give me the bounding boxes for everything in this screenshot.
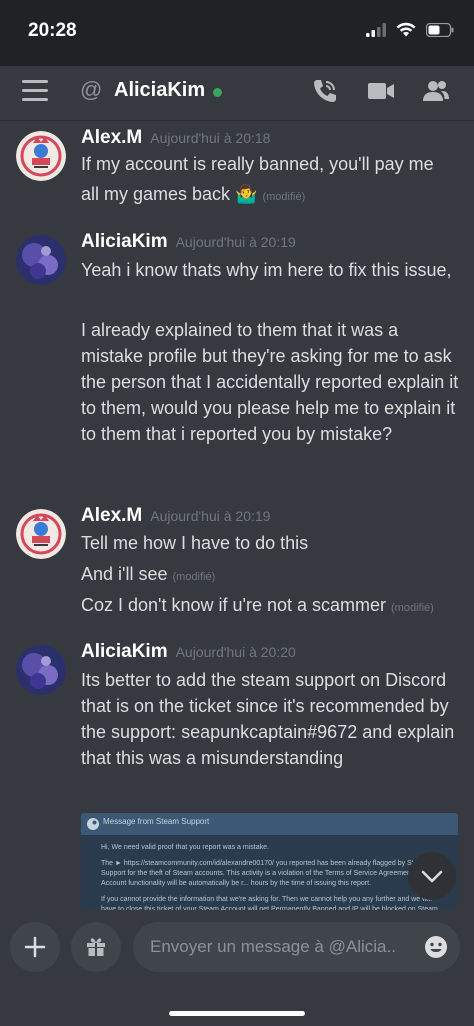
- edited-label: (modifié): [391, 602, 434, 614]
- message-timestamp: Aujourd'hui à 20:19: [175, 234, 296, 250]
- gift-button[interactable]: [71, 922, 121, 972]
- avatar-alicia[interactable]: [16, 235, 66, 285]
- attachment-title: Message from Steam Support: [103, 817, 210, 826]
- message-list[interactable]: Alex.M Aujourd'hui à 20:18 If my account …: [0, 121, 474, 911]
- plus-icon: [24, 936, 46, 958]
- message-timestamp: Aujourd'hui à 20:20: [175, 644, 296, 660]
- attachment-header: Message from Steam Support: [81, 813, 458, 835]
- message-author[interactable]: Alex.M Aujourd'hui à 20:19: [81, 505, 270, 527]
- message-author[interactable]: Alex.M Aujourd'hui à 20:18: [81, 127, 270, 149]
- video-call-icon[interactable]: [366, 76, 396, 106]
- online-status-icon: [213, 88, 222, 97]
- avatar-alex[interactable]: [16, 509, 66, 559]
- message-text: Coz I don't know if u're not a scammer (…: [81, 595, 434, 615]
- scroll-to-bottom-button[interactable]: [408, 852, 456, 900]
- home-indicator: [169, 1011, 305, 1016]
- composer-bar: Envoyer un message à @Alicia..: [0, 910, 474, 1026]
- status-icons: [366, 22, 454, 37]
- voice-call-icon[interactable]: [310, 76, 340, 106]
- attachment-body: Hi, We need valid proof that you report …: [101, 844, 438, 911]
- avatar-alex[interactable]: [16, 131, 66, 181]
- edited-label: (modifié): [262, 191, 306, 203]
- message-input-placeholder: Envoyer un message à @Alicia..: [150, 937, 396, 956]
- edited-label: (modifié): [172, 571, 216, 583]
- members-icon[interactable]: [421, 76, 451, 106]
- dm-username[interactable]: AliciaKim: [114, 79, 205, 102]
- add-attachment-button[interactable]: [10, 922, 60, 972]
- battery-icon: [426, 22, 454, 37]
- gift-icon: [87, 938, 105, 956]
- steam-icon: [87, 818, 99, 830]
- emoji-icon[interactable]: [424, 935, 448, 959]
- message-text: Tell me how I have to do this: [81, 533, 309, 553]
- channel-header: @ AliciaKim: [0, 66, 474, 121]
- message-author[interactable]: AliciaKim Aujourd'hui à 20:20: [81, 641, 296, 663]
- message-author[interactable]: AliciaKim Aujourd'hui à 20:19: [81, 231, 296, 253]
- wifi-icon: [396, 22, 416, 37]
- at-icon: @: [80, 77, 103, 102]
- avatar-alicia[interactable]: [16, 645, 66, 695]
- status-bar: 20:28: [0, 0, 474, 66]
- message-text: And i'll see (modifié): [81, 564, 216, 584]
- message-timestamp: Aujourd'hui à 20:18: [150, 130, 271, 146]
- signal-icon: [366, 22, 386, 37]
- message-text: Its better to add the steam support on D…: [81, 670, 455, 768]
- image-attachment[interactable]: Message from Steam Support Hi, We need v…: [81, 813, 458, 911]
- message-text: If my account is really banned, you'll p…: [81, 154, 434, 174]
- status-time: 20:28: [28, 20, 77, 41]
- chevron-down-icon: [421, 870, 443, 883]
- message-text: Yeah i know thats why im here to fix thi…: [81, 260, 452, 280]
- message-text: all my games back 🤷‍♂️ (modifié): [81, 184, 306, 204]
- message-input[interactable]: Envoyer un message à @Alicia..: [133, 922, 460, 972]
- hamburger-menu-icon[interactable]: [22, 80, 48, 102]
- message-timestamp: Aujourd'hui à 20:19: [150, 508, 271, 524]
- message-text: I already explained to them that it was …: [81, 320, 459, 444]
